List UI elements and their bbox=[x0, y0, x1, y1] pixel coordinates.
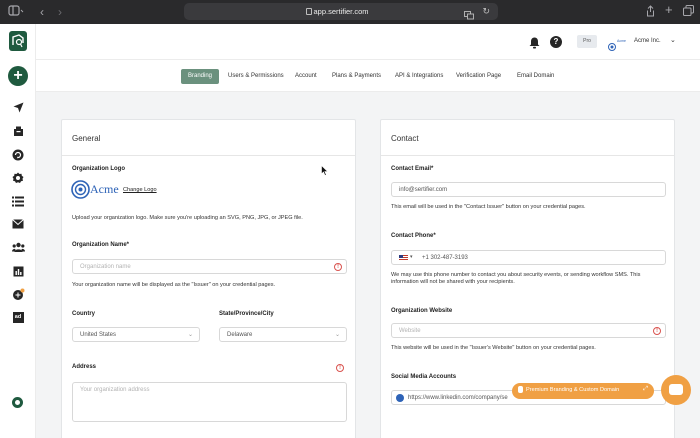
sidebar-toggle-icon[interactable] bbox=[8, 5, 24, 22]
app: + ad ? Pro Acme Acme Inc. ⌄ Branding Use… bbox=[0, 24, 700, 438]
tab-account[interactable]: Account bbox=[290, 69, 322, 84]
bulb-icon bbox=[518, 386, 523, 393]
org-name-input[interactable]: Organization name ! bbox=[72, 259, 347, 274]
tab-branding[interactable]: Branding bbox=[181, 69, 219, 84]
forward-icon[interactable]: › bbox=[58, 5, 62, 19]
us-flag-icon[interactable] bbox=[399, 255, 408, 261]
social-linkedin-value: https://www.linkedin.com/company/se bbox=[408, 395, 508, 401]
contact-email-help: This email will be used in the "Contact … bbox=[391, 204, 586, 210]
address-error-icon: ! bbox=[336, 364, 344, 372]
website-error-icon: ! bbox=[653, 327, 661, 335]
org-name-placeholder: Organization name bbox=[80, 264, 131, 270]
change-logo-link[interactable]: Change Logo bbox=[123, 187, 157, 193]
tab-plans-payments[interactable]: Plans & Payments bbox=[327, 69, 386, 84]
country-value: United States bbox=[80, 332, 117, 338]
social-label: Social Media Accounts bbox=[391, 374, 457, 380]
general-card: General Organization Logo Acme Change Lo… bbox=[61, 119, 356, 438]
website-input[interactable]: Website ! bbox=[391, 323, 666, 338]
reload-icon[interactable]: ↻ bbox=[482, 6, 490, 17]
general-title: General bbox=[72, 134, 101, 143]
tab-api-integrations[interactable]: API & Integrations bbox=[390, 69, 448, 84]
share-icon[interactable] bbox=[646, 5, 655, 22]
new-tab-icon[interactable]: + bbox=[665, 3, 673, 17]
logo-help-text: Upload your organization logo. Make sure… bbox=[72, 215, 303, 221]
contact-email-value: info@sertifier.com bbox=[399, 187, 448, 193]
users-icon[interactable] bbox=[11, 240, 25, 254]
back-icon[interactable]: ‹ bbox=[40, 5, 44, 19]
browser-toolbar: ‹ › app.sertifier.com ↻ + bbox=[0, 0, 700, 24]
state-label: State/Province/City bbox=[219, 311, 274, 317]
org-logo-text: Acme bbox=[90, 182, 119, 196]
address-label: Address bbox=[72, 364, 97, 370]
country-code-chevron-icon[interactable]: ▾ bbox=[410, 254, 413, 260]
country-chevron-down-icon: ⌄ bbox=[187, 332, 193, 338]
translate-icon[interactable] bbox=[464, 7, 474, 25]
badge-icon[interactable] bbox=[11, 171, 25, 185]
contact-phone-help: We may use this phone number to contact … bbox=[391, 272, 641, 285]
org-name-label: Organization Name* bbox=[72, 242, 130, 248]
contact-title: Contact bbox=[391, 134, 419, 143]
address-textarea[interactable]: Your organization address bbox=[72, 382, 347, 422]
contact-email-label: Contact Email* bbox=[391, 166, 434, 172]
contact-phone-input[interactable]: ▾ +1 302-487-3193 bbox=[391, 250, 666, 265]
top-bar: ? Pro Acme Acme Inc. ⌄ bbox=[36, 24, 700, 60]
add-button[interactable]: + bbox=[8, 66, 28, 86]
list-icon[interactable] bbox=[11, 194, 25, 208]
globe-icon bbox=[396, 394, 404, 402]
account-mini-logo-text: Acme bbox=[617, 39, 626, 43]
state-chevron-down-icon: ⌄ bbox=[334, 332, 340, 338]
settings-icon[interactable] bbox=[12, 397, 23, 408]
chat-button[interactable] bbox=[661, 375, 691, 405]
country-select[interactable]: United States ⌄ bbox=[72, 327, 200, 342]
sertifier-logo[interactable] bbox=[9, 31, 27, 51]
org-logo-label: Organization Logo bbox=[72, 166, 125, 172]
account-chevron-down-icon[interactable]: ⌄ bbox=[670, 36, 676, 44]
tab-overview-icon[interactable] bbox=[683, 5, 694, 21]
contact-phone-label: Contact Phone* bbox=[391, 233, 436, 239]
country-label: Country bbox=[72, 311, 95, 317]
ad-icon[interactable]: ad bbox=[11, 310, 25, 324]
ad-icon-label: ad bbox=[12, 311, 24, 323]
tab-verification-page[interactable]: Verification Page bbox=[451, 69, 506, 84]
mail-icon[interactable] bbox=[11, 217, 25, 231]
integrations-icon[interactable] bbox=[11, 287, 25, 301]
org-logo bbox=[71, 180, 90, 204]
contact-divider bbox=[381, 155, 674, 156]
plan-badge[interactable]: Pro bbox=[577, 35, 597, 48]
send-icon[interactable] bbox=[11, 100, 25, 114]
recycle-icon[interactable] bbox=[11, 148, 25, 162]
chart-icon[interactable] bbox=[11, 264, 25, 278]
org-name-help-text: Your organization name will be displayed… bbox=[72, 282, 276, 288]
website-placeholder: Website bbox=[399, 328, 421, 334]
mouse-cursor-icon bbox=[321, 163, 329, 181]
settings-tabs: Branding Users & Permissions Account Pla… bbox=[36, 60, 700, 92]
inbox-icon[interactable] bbox=[11, 124, 25, 138]
notification-bell-icon[interactable] bbox=[529, 36, 540, 54]
url-text: app.sertifier.com bbox=[313, 7, 369, 16]
expand-icon: ⤢ bbox=[643, 386, 648, 392]
contact-phone-value: +1 302-487-3193 bbox=[422, 255, 468, 261]
account-name[interactable]: Acme Inc. bbox=[634, 38, 661, 44]
premium-branding-button[interactable]: Premium Branding & Custom Domain ⤢ bbox=[512, 383, 654, 399]
state-select[interactable]: Delaware ⌄ bbox=[219, 327, 347, 342]
tab-users-permissions[interactable]: Users & Permissions bbox=[223, 69, 289, 84]
address-placeholder: Your organization address bbox=[80, 387, 150, 393]
contact-email-input[interactable]: info@sertifier.com bbox=[391, 182, 666, 197]
url-bar[interactable]: app.sertifier.com ↻ bbox=[184, 3, 498, 20]
general-divider bbox=[62, 155, 355, 156]
org-name-error-icon: ! bbox=[334, 263, 342, 271]
premium-branding-label: Premium Branding & Custom Domain bbox=[526, 387, 620, 393]
account-mini-logo[interactable] bbox=[608, 38, 616, 56]
sidebar: + ad bbox=[0, 24, 36, 438]
website-label: Organization Website bbox=[391, 308, 453, 314]
help-icon[interactable]: ? bbox=[550, 36, 562, 48]
website-help: This website will be used in the "Issuer… bbox=[391, 345, 596, 351]
state-value: Delaware bbox=[227, 332, 253, 338]
chat-icon bbox=[669, 384, 683, 395]
tab-email-domain[interactable]: Email Domain bbox=[512, 69, 559, 84]
